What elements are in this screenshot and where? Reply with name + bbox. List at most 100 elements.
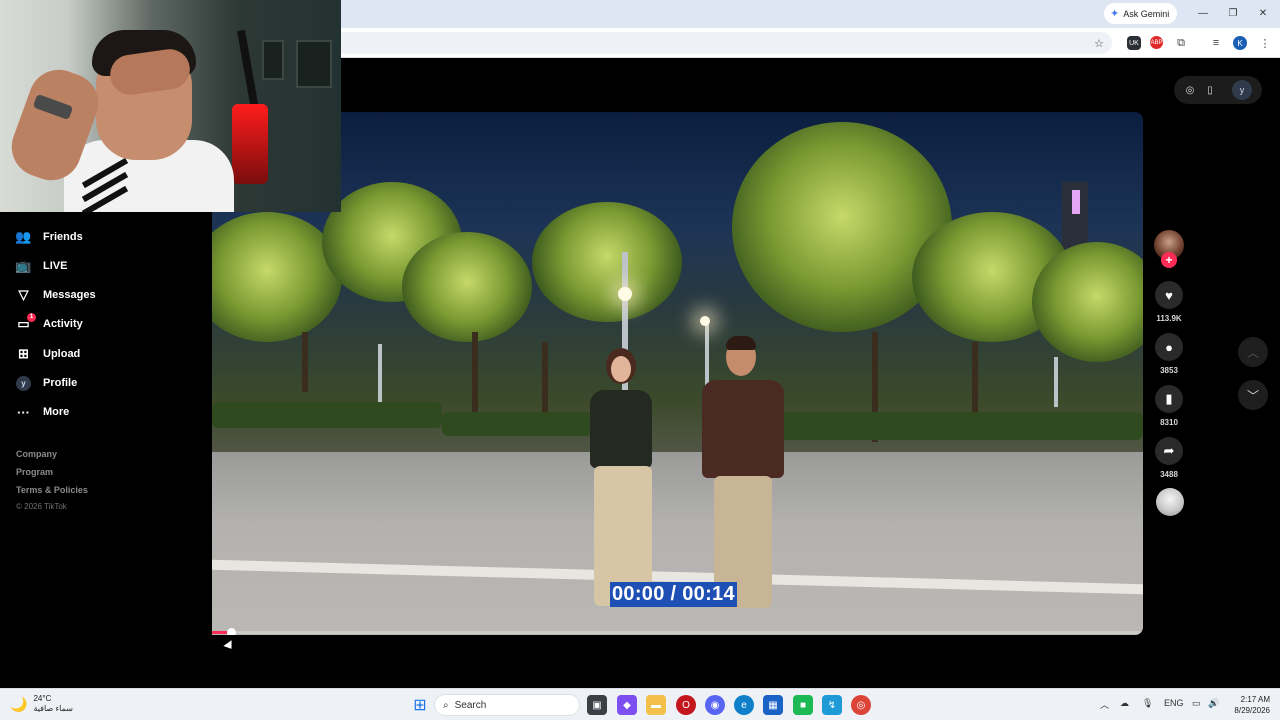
search-label: Search (454, 699, 487, 711)
tray-chevron-icon[interactable]: ︿ (1100, 698, 1109, 711)
close-window-button[interactable]: ✕ (1249, 4, 1277, 22)
plus-square-icon: ⊞ (18, 346, 29, 361)
screen: ✦ Ask Gemini — ❐ ✕ ☆ UK ABP ⧉ ≡ K ⋮ ◎ ▯ … (0, 0, 1280, 720)
activity-icon: ▭ 1 (16, 312, 36, 332)
wall-frame (296, 40, 332, 88)
weather-temperature: 24°C (33, 694, 52, 703)
browser-profile-avatar[interactable]: K (1233, 36, 1247, 50)
follow-plus-icon[interactable]: + (1161, 252, 1177, 268)
paper-plane-icon: ▽ (18, 287, 29, 302)
tiktok-profile-avatar[interactable]: y (1232, 80, 1252, 100)
uk-extension-icon[interactable]: UK (1127, 36, 1141, 50)
task-view-icon[interactable]: ▣ (587, 695, 607, 715)
wall-frame (262, 40, 284, 80)
opera-app-icon[interactable]: O (676, 695, 696, 715)
ask-gemini-label: Ask Gemini (1123, 8, 1170, 19)
tiktok-sidebar: 👥 Friends 📺 LIVE ▽ Messages ▭ 1 Activity … (0, 212, 212, 688)
windows-start-icon[interactable]: ⊞ (410, 695, 430, 715)
sidebar-item-friends[interactable]: 👥 Friends (15, 226, 82, 248)
video-progress-handle[interactable] (226, 628, 236, 635)
tree-trunk (472, 332, 478, 412)
previous-video-button[interactable]: ︿ (1238, 337, 1268, 367)
video-progress-bar[interactable] (212, 628, 1143, 635)
share-action[interactable]: ➦ 3488 (1155, 437, 1183, 479)
edge-app-icon[interactable]: e (734, 695, 754, 715)
sidebar-item-label: Profile (43, 377, 78, 389)
windows-taskbar: 🌙 24°C سماء صافية ⊞ ⌕ Search ▣ ◆ ▬ O ◉ e… (0, 688, 1280, 720)
like-count: 113.9K (1156, 314, 1182, 323)
microphone (232, 104, 268, 184)
plaza-ground (212, 452, 1143, 635)
tree (402, 232, 532, 342)
copyright-text: © 2026 TikTok (16, 502, 67, 511)
app-icon[interactable]: ↯ (822, 695, 842, 715)
sidebar-item-more[interactable]: ··· More (16, 401, 69, 423)
discord-app-icon[interactable]: ◉ (705, 695, 725, 715)
search-icon: ⌕ (443, 699, 449, 711)
browser-menu-icon[interactable]: ⋮ (1256, 34, 1274, 52)
next-video-button[interactable]: ﹀ (1238, 380, 1268, 410)
bookmark-star-icon[interactable]: ☆ (1090, 34, 1108, 52)
tree-trunk (542, 342, 548, 412)
tree (1032, 242, 1143, 362)
display-tray-icon[interactable]: ▭ (1192, 698, 1201, 709)
sidebar-item-label: More (43, 406, 70, 418)
volume-tray-icon[interactable]: 🔊 (1208, 698, 1219, 709)
video-player[interactable]: 00:00 / 00:14 (212, 112, 1143, 635)
hedge (442, 412, 592, 436)
save-count: 8310 (1160, 418, 1178, 427)
share-arrow-icon[interactable]: ➦ (1155, 437, 1183, 465)
mic-arm (237, 29, 259, 111)
taskbar-search[interactable]: ⌕ Search (434, 694, 580, 716)
reading-list-icon[interactable]: ≡ (1207, 34, 1225, 52)
store-app-icon[interactable]: ▦ (763, 695, 783, 715)
weather-widget[interactable]: 🌙 24°C سماء صافية (10, 694, 73, 714)
taskbar-clock[interactable]: 2:17 AM 8/29/2026 (1226, 694, 1270, 716)
minimize-window-button[interactable]: — (1189, 4, 1217, 22)
footer-program-link[interactable]: Program (16, 467, 53, 477)
like-action[interactable]: ♥ 113.9K (1155, 281, 1183, 323)
sidebar-item-label: Upload (43, 348, 81, 360)
bookmark-icon[interactable]: ▮ (1155, 385, 1183, 413)
adblock-extension-icon[interactable]: ABP (1150, 36, 1163, 49)
building-light (1072, 190, 1080, 214)
copilot-app-icon[interactable]: ◆ (617, 695, 637, 715)
footer-company-link[interactable]: Company (16, 449, 57, 459)
input-language[interactable]: ENG (1164, 698, 1184, 708)
mobile-icon[interactable]: ▯ (1202, 82, 1218, 98)
comment-action[interactable]: ● 3853 (1155, 333, 1183, 375)
footer-terms-link[interactable]: Terms & Policies (16, 485, 88, 495)
lamp-glow (618, 287, 632, 301)
file-explorer-icon[interactable]: ▬ (646, 695, 666, 715)
chat-app-icon[interactable]: ■ (793, 695, 813, 715)
clock-date: 8/29/2026 (1234, 706, 1270, 715)
sidebar-item-profile[interactable]: y Profile (16, 372, 77, 394)
sidebar-item-upload[interactable]: ⊞ Upload (16, 343, 80, 365)
microphone-tray-icon[interactable]: 🎙 (1142, 698, 1153, 709)
ask-gemini-button[interactable]: ✦ Ask Gemini (1104, 3, 1178, 24)
sidebar-item-messages[interactable]: ▽ Messages (16, 284, 96, 306)
tiktok-top-controls: ◎ ▯ y (1174, 76, 1262, 104)
clock-time: 2:17 AM (1240, 695, 1270, 704)
network-tray-icon[interactable]: ☁ (1120, 698, 1129, 709)
moon-icon: 🌙 (10, 695, 28, 712)
webcam-overlay (0, 0, 341, 212)
comment-bubble-icon[interactable]: ● (1155, 333, 1183, 361)
lamp-glow (700, 316, 710, 326)
restore-window-button[interactable]: ❐ (1219, 4, 1247, 22)
chrome-app-icon[interactable]: ◎ (851, 695, 871, 715)
hedge (212, 402, 442, 428)
extensions-puzzle-icon[interactable]: ⧉ (1172, 34, 1190, 52)
friends-icon: 👥 (15, 229, 32, 244)
sidebar-item-label: LIVE (43, 260, 68, 272)
sidebar-item-activity[interactable]: ▭ 1 Activity (16, 312, 83, 335)
mouse-cursor-icon (223, 640, 236, 652)
ellipsis-icon: ··· (17, 404, 30, 420)
save-action[interactable]: ▮ 8310 (1155, 385, 1183, 427)
compass-icon[interactable]: ◎ (1182, 82, 1198, 98)
heart-icon[interactable]: ♥ (1155, 281, 1183, 309)
sidebar-item-live[interactable]: 📺 LIVE (15, 255, 68, 277)
gemini-sparkle-icon: ✦ (1110, 8, 1120, 20)
hedge (772, 412, 1143, 440)
sound-avatar[interactable] (1156, 488, 1184, 516)
